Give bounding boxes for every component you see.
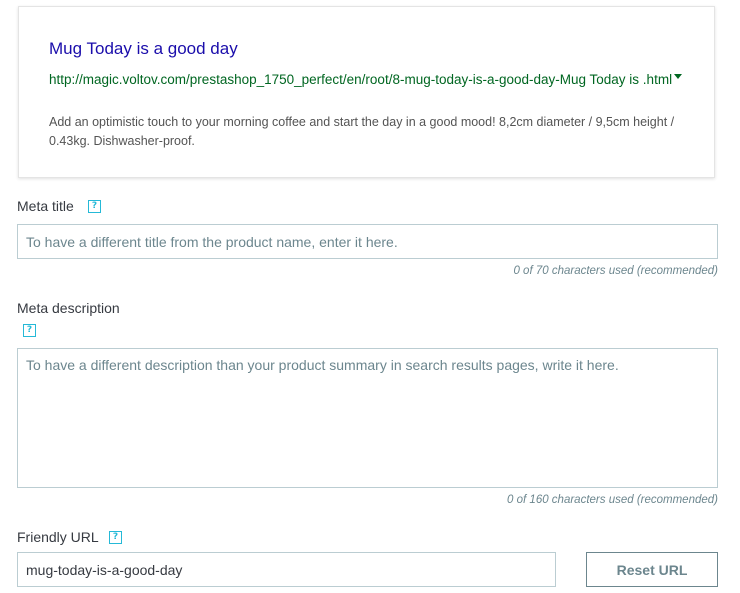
caret-down-icon — [674, 74, 683, 79]
preview-url: http://magic.voltov.com/prestashop_1750_… — [49, 68, 689, 92]
friendly-url-input[interactable] — [17, 552, 556, 587]
meta-title-counter: 0 of 70 characters used (recommended) — [513, 265, 718, 277]
friendly-url-help-icon[interactable]: ? — [109, 531, 122, 544]
preview-description: Add an optimistic touch to your morning … — [49, 115, 675, 148]
reset-url-button[interactable]: Reset URL — [586, 552, 718, 587]
meta-title-help-icon[interactable]: ? — [88, 200, 101, 213]
preview-url-text: http://magic.voltov.com/prestashop_1750_… — [49, 72, 673, 87]
meta-description-counter: 0 of 160 characters used (recommended) — [507, 494, 718, 506]
meta-title-input[interactable] — [17, 224, 718, 259]
meta-description-label: Meta description — [17, 300, 120, 316]
meta-title-label: Meta title — [17, 198, 74, 214]
search-preview-card: Mug Today is a good day http://magic.vol… — [18, 6, 715, 178]
friendly-url-label: Friendly URL — [17, 529, 99, 545]
meta-description-help-icon[interactable]: ? — [23, 324, 36, 337]
preview-title: Mug Today is a good day — [49, 39, 238, 58]
meta-description-textarea[interactable] — [17, 348, 718, 488]
